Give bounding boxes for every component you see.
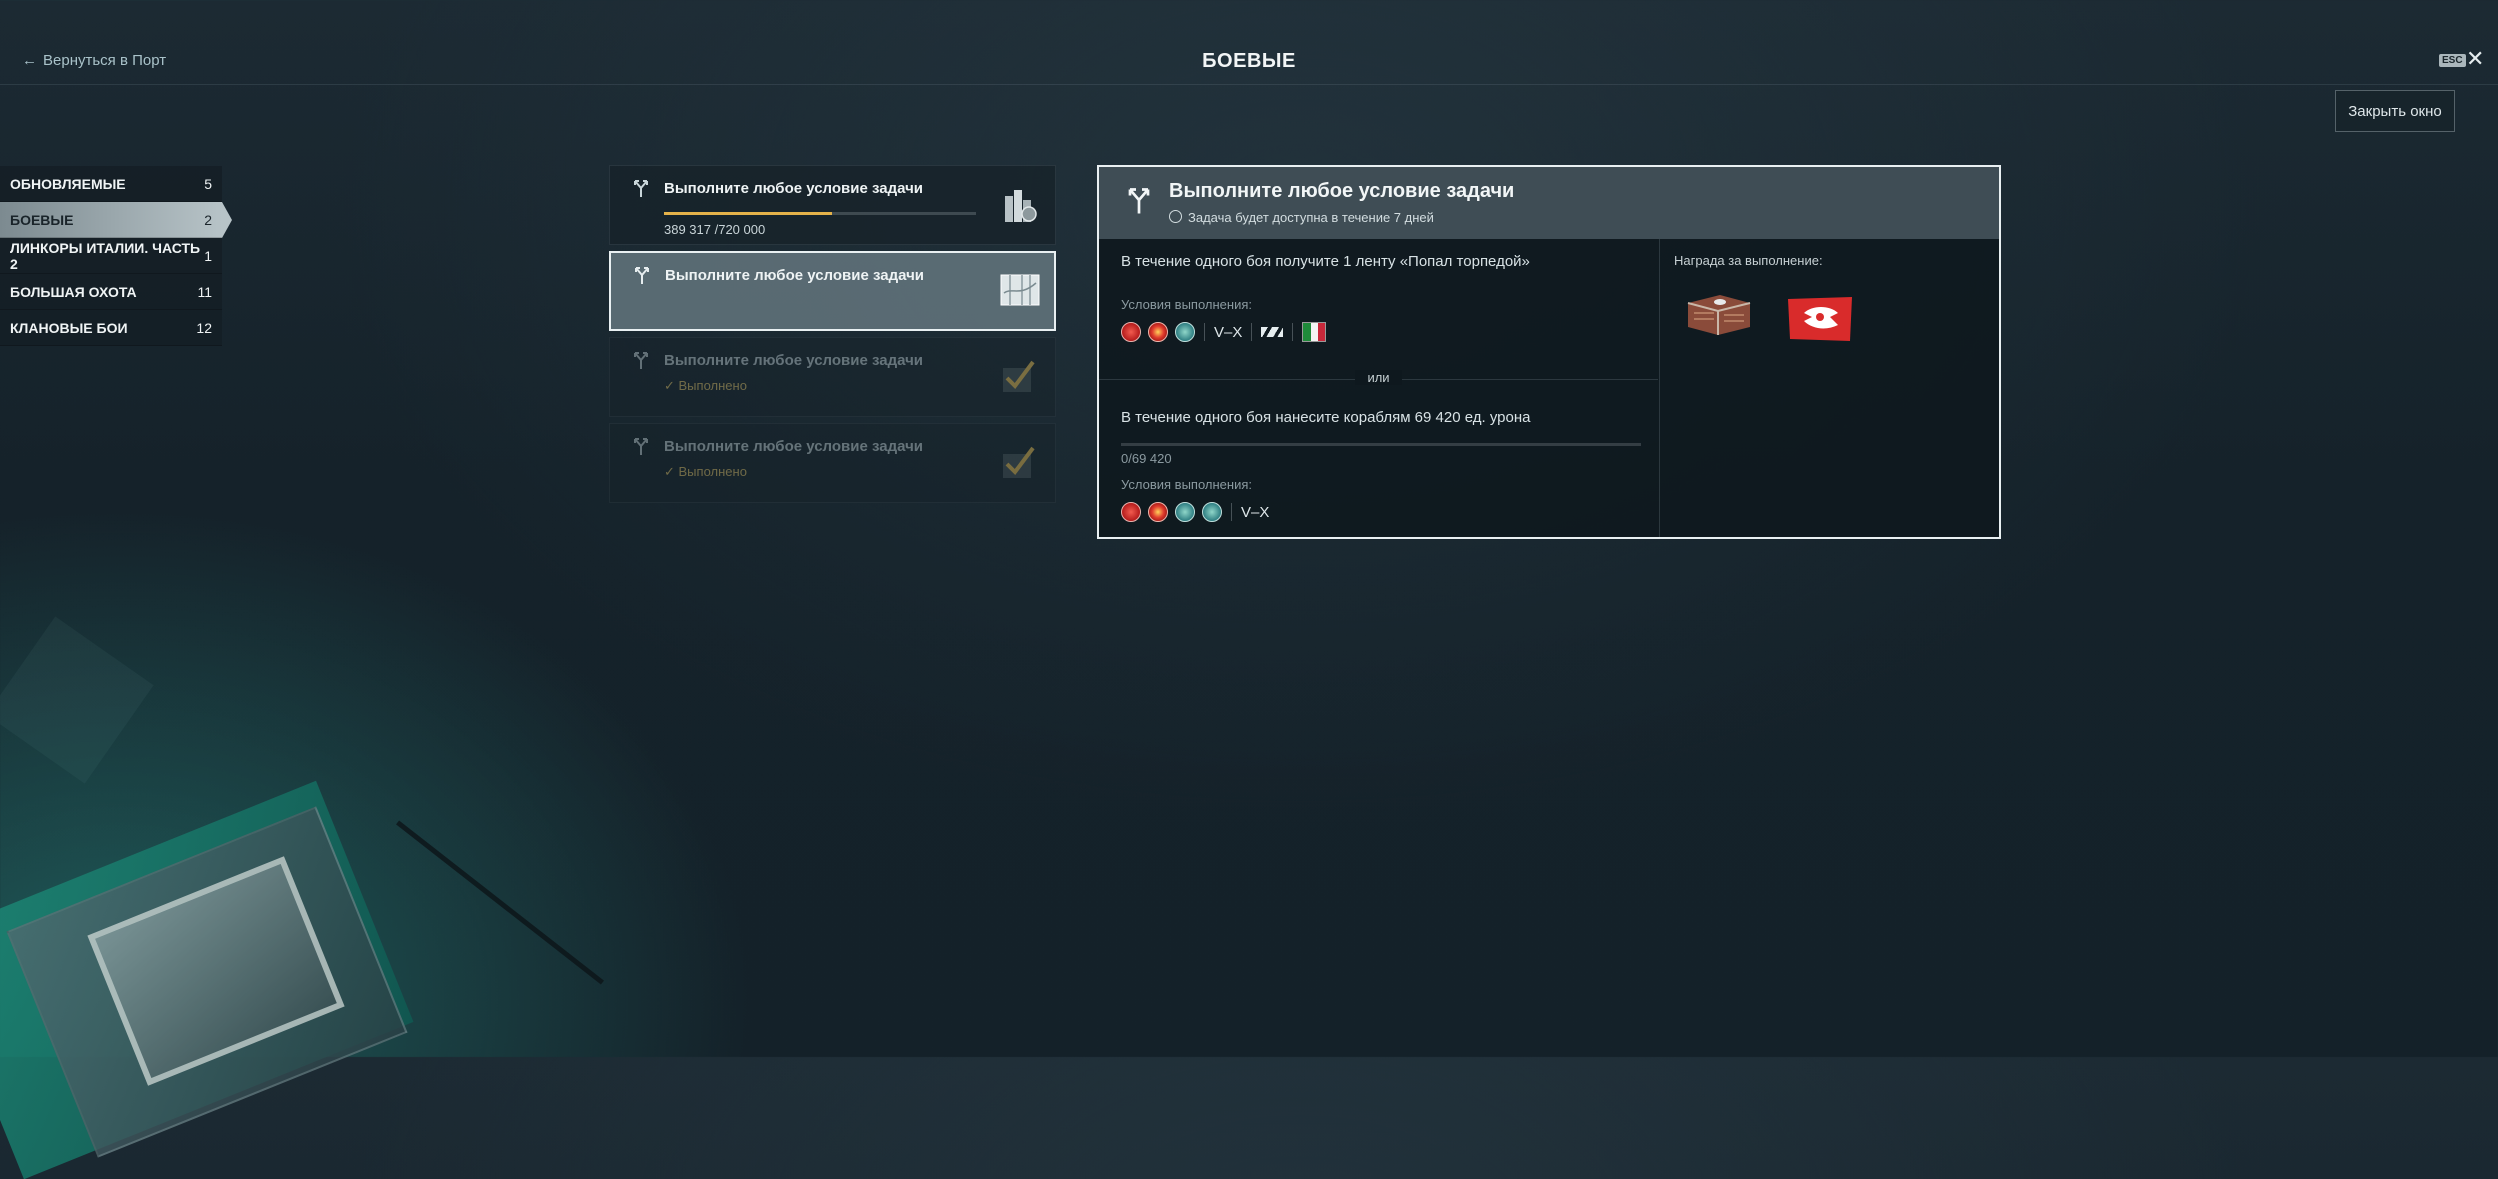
sidebar-item-label: БОЛЬШАЯ ОХОТА	[10, 283, 137, 300]
reward-map-icon	[1000, 273, 1040, 311]
task-progress-bar	[664, 212, 976, 215]
branch-fork-icon	[632, 350, 650, 370]
task-detail-panel: Выполните любое условие задачи Задача бу…	[1097, 165, 2001, 539]
condition-2-requirements-label: Условия выполнения:	[1121, 477, 1252, 492]
esc-key-hint: ESC	[2439, 54, 2466, 67]
condition-1-requirements: V–X	[1121, 321, 1327, 343]
category-sidebar: ОБНОВЛЯЕМЫЕ 5 БОЕВЫЕ 2 ЛИНКОРЫ ИТАЛИИ. Ч…	[0, 166, 232, 346]
background-pen-decoration	[396, 820, 604, 985]
or-label: или	[1099, 370, 1658, 385]
header-divider	[0, 84, 2498, 85]
checkmark-icon: ✓	[664, 464, 679, 479]
task-rewards: Награда за выполнение:	[1659, 239, 2000, 537]
sidebar-item-count: 5	[204, 175, 212, 192]
branch-fork-icon	[1125, 185, 1153, 215]
task-status-label: Выполнено	[678, 378, 747, 393]
checkmark-icon: ✓	[664, 378, 679, 393]
sidebar-item-italian-battleships[interactable]: ЛИНКОРЫ ИТАЛИИ. ЧАСТЬ 2 1	[0, 238, 222, 274]
page-title: БОЕВЫЕ	[1202, 50, 1296, 72]
task-status-label: Выполнено	[678, 464, 747, 479]
condition-1-text: В течение одного боя получите 1 ленту «П…	[1121, 253, 1530, 270]
condition-2-requirements: V–X	[1121, 501, 1269, 523]
scenario-battle-icon	[1202, 502, 1222, 522]
divider	[1204, 323, 1205, 341]
task-status: ✓ Выполнено	[664, 464, 747, 480]
close-icon[interactable]: ✕	[2466, 47, 2484, 71]
sidebar-item-clan-battles[interactable]: КЛАНОВЫЕ БОИ 12	[0, 310, 222, 346]
supply-crate-icon[interactable]	[1684, 291, 1754, 337]
branch-fork-icon	[632, 178, 650, 198]
task-conditions: В течение одного боя получите 1 ленту «П…	[1099, 239, 1658, 537]
background-map-decoration	[0, 780, 414, 1179]
branch-fork-icon	[632, 436, 650, 456]
coop-battle-icon	[1175, 502, 1195, 522]
task-detail-title: Выполните любое условие задачи	[1169, 180, 1515, 202]
sidebar-item-count: 12	[196, 319, 212, 336]
task-card-completed[interactable]: Выполните любое условие задачи ✓ Выполне…	[609, 337, 1056, 417]
clock-icon	[1169, 210, 1182, 223]
tier-range: V–X	[1241, 503, 1270, 521]
task-title: Выполните любое условие задачи	[664, 438, 924, 455]
sidebar-item-label: КЛАНОВЫЕ БОИ	[10, 319, 128, 336]
task-card-selected[interactable]: Выполните любое условие задачи	[609, 251, 1056, 331]
sidebar-item-label: БОЕВЫЕ	[10, 211, 74, 228]
destroyer-class-icon	[1261, 327, 1284, 337]
background-photo-decoration	[87, 856, 345, 1086]
reward-label: Награда за выполнение:	[1674, 253, 1823, 268]
branch-fork-icon	[633, 265, 651, 285]
divider	[1231, 503, 1232, 521]
random-battle-icon	[1121, 322, 1141, 342]
background-paper-decoration	[6, 806, 408, 1158]
divider	[1251, 323, 1253, 341]
condition-2-progress-text: 0/69 420	[1121, 451, 1172, 466]
sidebar-item-count: 2	[204, 211, 212, 228]
task-availability: Задача будет доступна в течение 7 дней	[1169, 210, 1434, 225]
task-card[interactable]: Выполните любое условие задачи 389 317 /…	[609, 165, 1056, 245]
sidebar-item-label: ЛИНКОРЫ ИТАЛИИ. ЧАСТЬ 2	[10, 239, 201, 272]
ranked-battle-icon	[1148, 322, 1168, 342]
coop-battle-icon	[1175, 322, 1195, 342]
signal-flag-icon[interactable]	[1786, 295, 1854, 343]
or-label-text: или	[1355, 370, 1402, 385]
completed-check-icon	[1001, 444, 1037, 482]
italy-flag-icon	[1302, 322, 1327, 342]
random-battle-icon	[1121, 502, 1141, 522]
sidebar-item-count: 11	[197, 283, 212, 300]
credits-stack-icon	[1001, 186, 1037, 224]
task-title: Выполните любое условие задачи	[664, 180, 924, 197]
task-title: Выполните любое условие задачи	[664, 352, 924, 369]
task-progress-fill	[664, 212, 833, 215]
background-decoration	[0, 616, 154, 784]
condition-1-requirements-label: Условия выполнения:	[1121, 297, 1252, 312]
divider	[1292, 323, 1294, 341]
completed-check-icon	[1001, 358, 1037, 396]
ranked-battle-icon	[1148, 502, 1168, 522]
sidebar-item-count: 1	[204, 247, 212, 264]
sidebar-item-updatable[interactable]: ОБНОВЛЯЕМЫЕ 5	[0, 166, 222, 202]
tier-range: V–X	[1214, 323, 1243, 341]
task-availability-text: Задача будет доступна в течение 7 дней	[1188, 210, 1434, 225]
task-detail-header: Выполните любое условие задачи Задача бу…	[1099, 167, 1999, 239]
condition-2-text: В течение одного боя нанесите кораблям 6…	[1121, 409, 1531, 426]
task-card-completed[interactable]: Выполните любое условие задачи ✓ Выполне…	[609, 423, 1056, 503]
condition-2-progress-bar	[1121, 443, 1641, 446]
sidebar-item-combat[interactable]: БОЕВЫЕ 2	[0, 202, 232, 238]
task-status: ✓ Выполнено	[664, 378, 747, 394]
sidebar-item-label: ОБНОВЛЯЕМЫЕ	[10, 175, 126, 192]
task-progress-text: 389 317 /720 000	[664, 222, 766, 237]
close-window-button[interactable]: Закрыть окно	[2335, 90, 2455, 132]
sidebar-item-big-hunt[interactable]: БОЛЬШАЯ ОХОТА 11	[0, 274, 222, 310]
task-title: Выполните любое условие задачи	[665, 267, 925, 284]
